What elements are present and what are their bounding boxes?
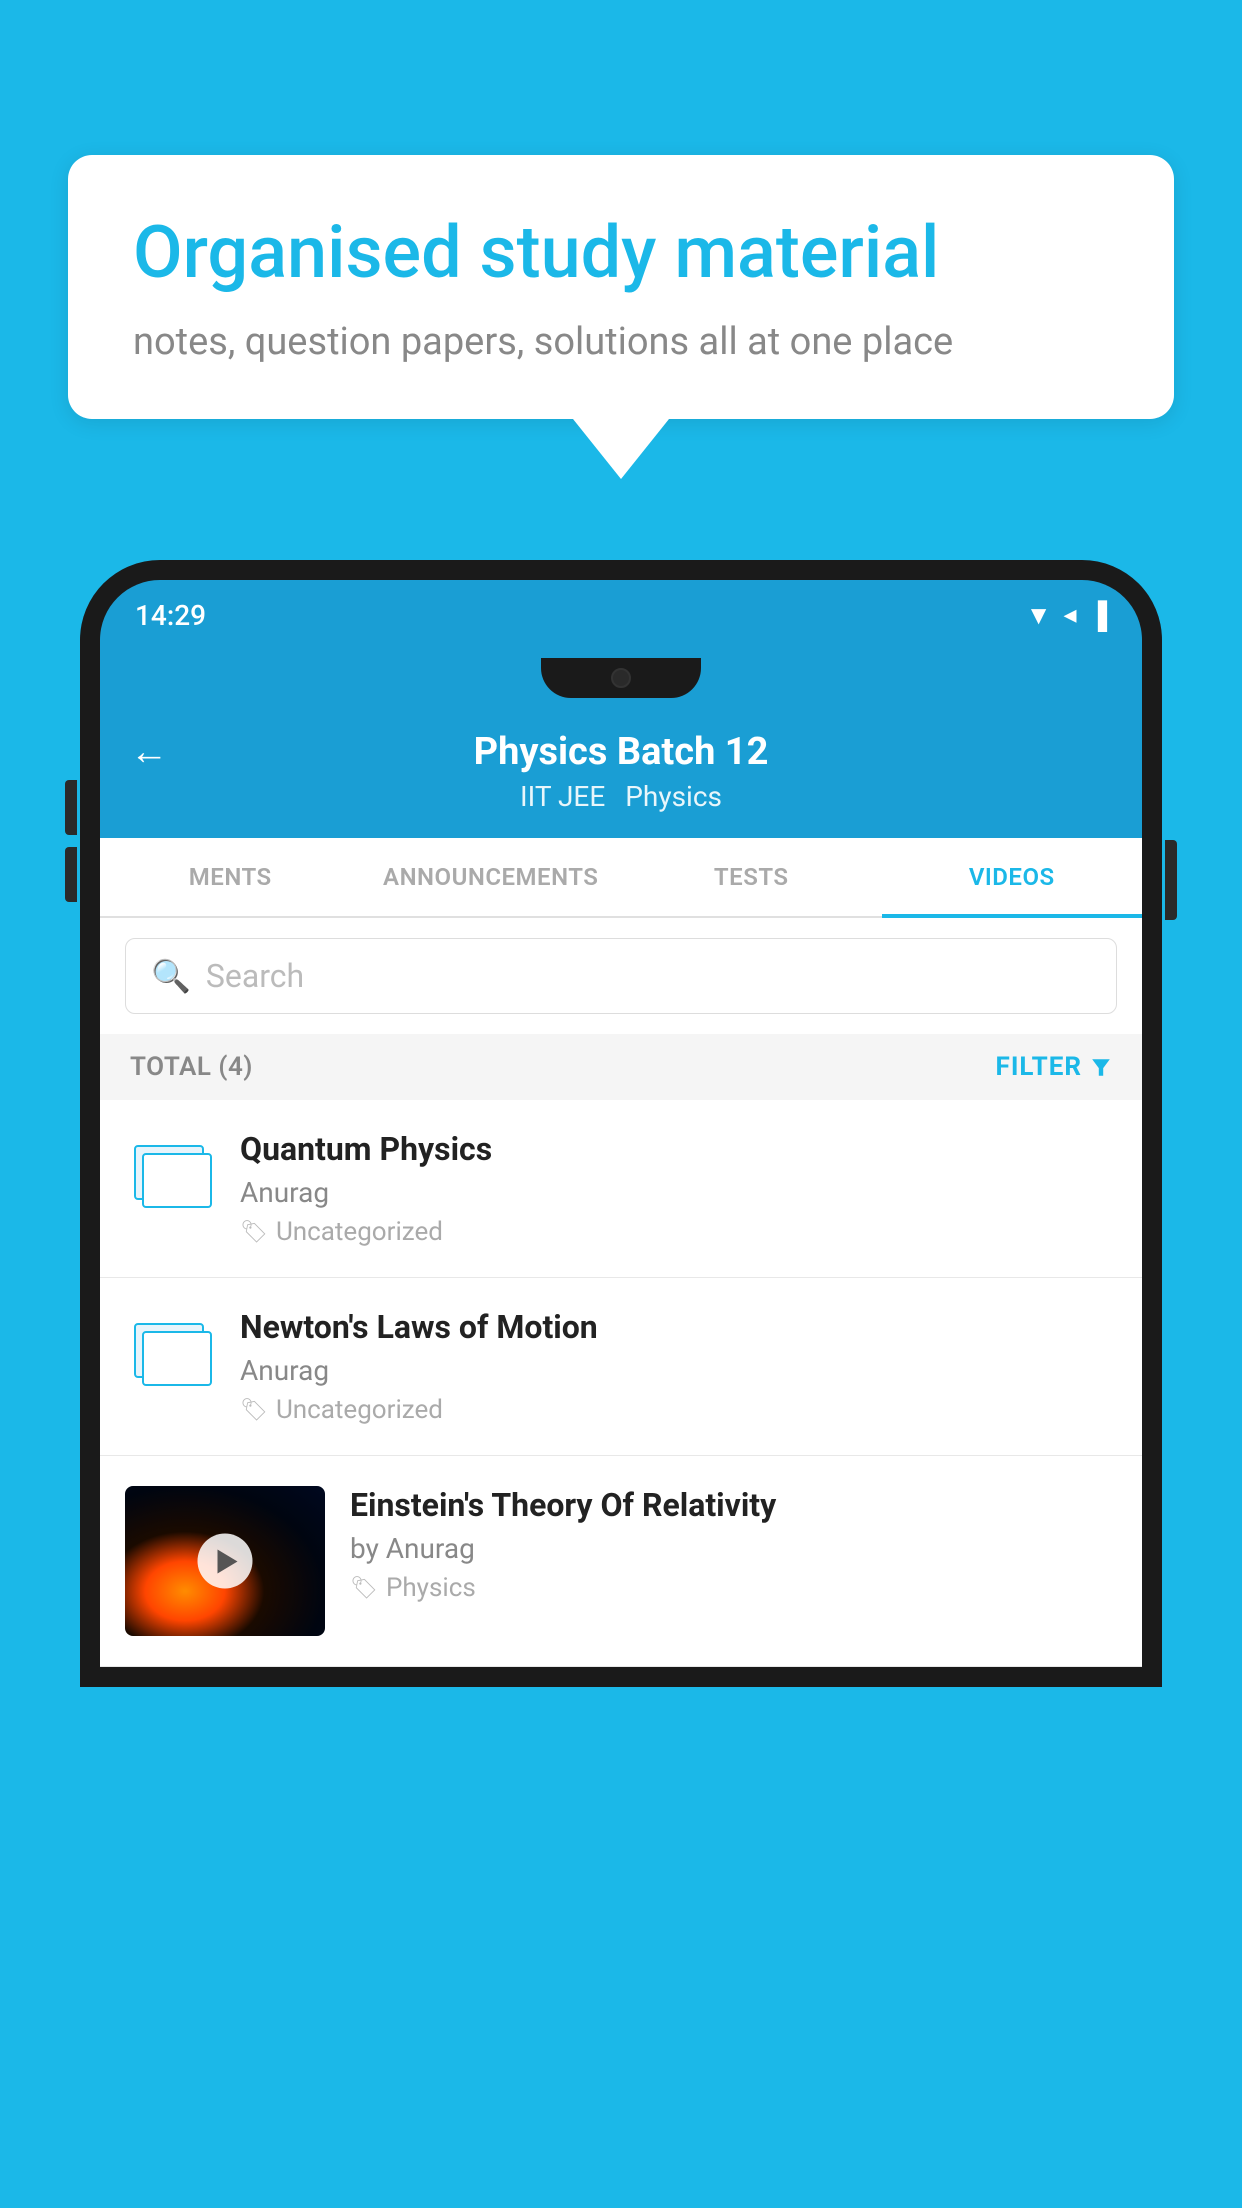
video-author: Anurag (240, 1176, 1117, 1209)
signal-icon: ◂ (1064, 600, 1077, 630)
filter-label: FILTER (996, 1052, 1082, 1082)
search-bar-container: 🔍 Search (100, 918, 1142, 1034)
phone-mockup: 14:29 ▼ ◂ ▐ ← Physics Batch 12 IIT JEE P… (80, 560, 1162, 2208)
bubble-arrow (573, 419, 669, 479)
filter-button[interactable]: FILTER (996, 1052, 1112, 1082)
tab-tests[interactable]: TESTS (621, 838, 882, 916)
tag-icon: 🏷 (240, 1398, 268, 1423)
total-label: TOTAL (4) (130, 1052, 253, 1082)
subtitle-physics: Physics (625, 780, 722, 813)
status-bar: 14:29 ▼ ◂ ▐ (100, 580, 1142, 650)
video-author: by Anurag (350, 1532, 1117, 1565)
video-author: Anurag (240, 1354, 1117, 1387)
folder-icon (134, 1313, 206, 1378)
bubble-heading: Organised study material (133, 210, 1109, 296)
vol-down-button (65, 847, 77, 902)
list-item[interactable]: Einstein's Theory Of Relativity by Anura… (100, 1456, 1142, 1667)
list-item[interactable]: Quantum Physics Anurag 🏷 Uncategorized (100, 1100, 1142, 1278)
notch (541, 658, 701, 698)
tab-ments[interactable]: MENTS (100, 838, 361, 916)
search-bar[interactable]: 🔍 Search (125, 938, 1117, 1014)
app-subtitle: IIT JEE Physics (520, 780, 722, 813)
tab-videos[interactable]: VIDEOS (882, 838, 1143, 916)
wifi-icon: ▼ (1026, 600, 1052, 631)
speech-bubble-section: Organised study material notes, question… (68, 155, 1174, 479)
search-placeholder: Search (206, 957, 304, 995)
play-button[interactable] (198, 1534, 253, 1589)
app-title: Physics Batch 12 (474, 730, 769, 774)
video-tag: 🏷 Uncategorized (240, 1395, 1117, 1425)
play-icon (217, 1549, 237, 1573)
header-row: ← Physics Batch 12 (130, 730, 1112, 774)
tag-icon: 🏷 (240, 1220, 268, 1245)
tab-announcements[interactable]: ANNOUNCEMENTS (361, 838, 622, 916)
video-title: Einstein's Theory Of Relativity (350, 1486, 1117, 1524)
filter-row: TOTAL (4) FILTER (100, 1034, 1142, 1100)
folder-icon-wrapper (125, 1130, 215, 1200)
search-icon: 🔍 (151, 957, 191, 995)
speech-bubble-card: Organised study material notes, question… (68, 155, 1174, 419)
power-button (1165, 840, 1177, 920)
video-list: Quantum Physics Anurag 🏷 Uncategorized (100, 1100, 1142, 1667)
tabs-bar: MENTS ANNOUNCEMENTS TESTS VIDEOS (100, 838, 1142, 918)
bubble-subtext: notes, question papers, solutions all at… (133, 320, 1109, 364)
tag-label: Uncategorized (276, 1217, 443, 1247)
app-header: ← Physics Batch 12 IIT JEE Physics (100, 710, 1142, 838)
video-thumbnail (125, 1486, 325, 1636)
tag-label: Uncategorized (276, 1395, 443, 1425)
status-time: 14:29 (135, 599, 206, 632)
tag-label: Physics (386, 1573, 476, 1603)
back-button[interactable]: ← (130, 730, 168, 774)
folder-front (142, 1153, 212, 1208)
video-title: Quantum Physics (240, 1130, 1117, 1168)
folder-icon-wrapper (125, 1308, 215, 1378)
notch-area (100, 650, 1142, 710)
folder-front (142, 1331, 212, 1386)
video-tag: 🏷 Physics (350, 1573, 1117, 1603)
folder-icon (134, 1135, 206, 1200)
subtitle-iitjee: IIT JEE (520, 780, 605, 813)
filter-funnel-icon (1090, 1056, 1112, 1078)
video-info: Quantum Physics Anurag 🏷 Uncategorized (240, 1130, 1117, 1247)
phone-outer-frame: 14:29 ▼ ◂ ▐ ← Physics Batch 12 IIT JEE P… (80, 560, 1162, 1687)
video-info: Einstein's Theory Of Relativity by Anura… (350, 1486, 1117, 1603)
video-title: Newton's Laws of Motion (240, 1308, 1117, 1346)
camera-dot (611, 668, 631, 688)
video-info: Newton's Laws of Motion Anurag 🏷 Uncateg… (240, 1308, 1117, 1425)
list-item[interactable]: Newton's Laws of Motion Anurag 🏷 Uncateg… (100, 1278, 1142, 1456)
tag-icon: 🏷 (350, 1576, 378, 1601)
battery-icon: ▐ (1089, 600, 1107, 631)
status-icons: ▼ ◂ ▐ (1026, 600, 1107, 631)
video-tag: 🏷 Uncategorized (240, 1217, 1117, 1247)
volume-buttons (65, 780, 77, 902)
vol-up-button (65, 780, 77, 835)
